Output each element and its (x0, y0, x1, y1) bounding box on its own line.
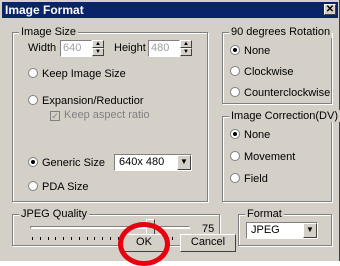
radio-indicator[interactable] (230, 87, 240, 97)
rotation-legend: 90 degrees Rotation (229, 26, 333, 38)
correction-field-radio[interactable]: Field (230, 173, 268, 186)
rotation-clockwise-radio[interactable]: Clockwise (230, 66, 294, 79)
rotation-none-label: None (244, 45, 271, 57)
chevron-down-icon[interactable]: ▼ (177, 155, 191, 170)
height-spin-arrows[interactable]: ▲ ▼ (180, 40, 192, 57)
format-value: JPEG (251, 224, 280, 236)
slider-tick (172, 237, 174, 240)
rotation-clockwise-label: Clockwise (244, 66, 294, 78)
cancel-button[interactable]: Cancel (180, 234, 236, 252)
ok-button[interactable]: OK (122, 234, 166, 252)
slider-tick (39, 237, 41, 240)
slider-tick (110, 237, 111, 240)
pda-size-label: PDA Size (42, 181, 89, 193)
width-spinner[interactable]: 640 ▲ ▼ (60, 40, 104, 57)
checkbox-check-icon[interactable]: ✓ (50, 111, 60, 121)
width-spin-arrows[interactable]: ▲ ▼ (92, 40, 104, 57)
correction-none-radio[interactable]: None (230, 129, 270, 142)
radio-indicator[interactable] (230, 129, 240, 139)
slider-tick (32, 237, 33, 240)
pda-size-radio[interactable]: PDA Size (28, 181, 88, 194)
generic-size-value: 640x 480 (119, 156, 165, 168)
slider-tick (63, 237, 65, 240)
slider-tick (94, 237, 96, 240)
slider-tick (55, 237, 57, 240)
slider-tick (102, 237, 104, 240)
radio-indicator[interactable] (230, 173, 240, 183)
radio-indicator[interactable] (230, 45, 240, 55)
radio-indicator[interactable] (28, 157, 38, 167)
keep-image-size-label: Keep Image Size (42, 68, 126, 80)
radio-indicator[interactable] (230, 66, 240, 76)
expansion-reductior-radio[interactable]: Expansion/Reductior (28, 95, 144, 108)
generic-size-label: Generic Size (42, 157, 105, 169)
width-field[interactable]: 640 (60, 40, 92, 57)
title-bar[interactable]: Image Format ✕ (2, 2, 338, 18)
dialog-title: Image Format (5, 3, 84, 17)
spin-up-icon[interactable]: ▲ (180, 40, 192, 48)
slider-tick (117, 237, 119, 240)
keep-image-size-radio[interactable]: Keep Image Size (28, 68, 126, 81)
correction-field-label: Field (244, 173, 268, 185)
rotation-none-radio[interactable]: None (230, 45, 270, 58)
slider-tick (47, 237, 49, 240)
radio-indicator[interactable] (28, 181, 38, 191)
image-size-legend: Image Size (19, 26, 79, 38)
height-field[interactable]: 480 (148, 40, 180, 57)
generic-size-select[interactable]: 640x 480 ▼ (114, 154, 192, 171)
rotation-counterclockwise-radio[interactable]: Counterclockwise (230, 87, 330, 100)
radio-indicator[interactable] (28, 68, 38, 78)
close-icon[interactable]: ✕ (324, 4, 336, 15)
correction-none-label: None (244, 129, 271, 141)
generic-size-radio[interactable]: Generic Size (28, 157, 105, 170)
image-format-dialog: Image Format ✕ Image Size Width 640 ▲ ▼ … (0, 0, 340, 266)
jpeg-quality-slider-track[interactable] (30, 226, 190, 229)
chevron-down-icon[interactable]: ▼ (303, 223, 317, 238)
radio-indicator[interactable] (230, 151, 240, 161)
correction-movement-radio[interactable]: Movement (230, 151, 295, 164)
expansion-reductior-label: Expansion/Reductior (42, 95, 144, 107)
height-spinner[interactable]: 480 ▲ ▼ (148, 40, 192, 57)
spin-down-icon[interactable]: ▼ (92, 48, 104, 56)
spin-down-icon[interactable]: ▼ (180, 48, 192, 56)
slider-tick (78, 237, 80, 240)
width-label: Width (28, 42, 57, 54)
correction-movement-label: Movement (244, 151, 296, 163)
keep-aspect-ratio-label: Keep aspect ratio (64, 109, 150, 121)
height-label: Height (114, 42, 146, 54)
radio-indicator[interactable] (28, 95, 38, 105)
keep-aspect-ratio-checkbox[interactable]: ✓ Keep aspect ratio (50, 109, 150, 122)
format-legend: Format (245, 208, 284, 220)
slider-tick (71, 237, 72, 240)
image-correction-legend: Image Correction(DV) (229, 110, 340, 122)
spin-up-icon[interactable]: ▲ (92, 40, 104, 48)
format-select[interactable]: JPEG ▼ (246, 222, 318, 239)
slider-tick (86, 237, 88, 240)
rotation-counterclockwise-label: Counterclockwise (244, 87, 331, 99)
jpeg-quality-legend: JPEG Quality (19, 208, 90, 220)
